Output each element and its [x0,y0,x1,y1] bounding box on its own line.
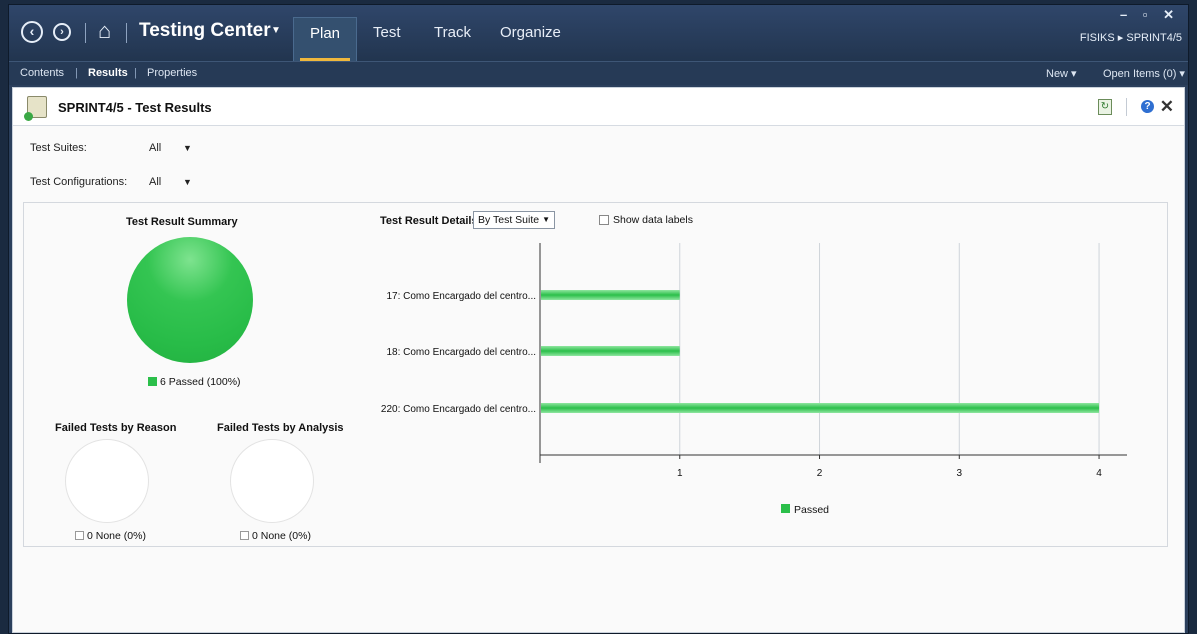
refresh-icon[interactable]: ↻ [1098,99,1112,115]
x-tick-label: 1 [677,468,683,479]
summary-title: Test Result Summary [126,216,238,228]
top-bar: ‹ › ⌂ Testing Center ▼ Plan Test Track O… [9,5,1188,61]
app-window: ‹ › ⌂ Testing Center ▼ Plan Test Track O… [8,4,1189,634]
divider [126,23,127,43]
help-icon[interactable]: ? [1141,100,1154,113]
divider: | [75,67,78,79]
test-result-details-chart: 1 2 3 4 17: Como Encargado del centro... 18: … [381,243,1127,516]
bar-passed [541,290,680,300]
app-title[interactable]: Testing Center [139,20,271,42]
group-by-value: By Test Suite [478,214,540,226]
legend-swatch-none [240,531,249,540]
chevron-down-icon[interactable]: ▼ [271,25,281,36]
back-icon[interactable]: ‹ [21,21,43,43]
failed-by-reason-legend-label: 0 None (0%) [87,530,146,542]
chevron-down-icon[interactable]: ▼ [183,143,192,153]
failed-by-analysis-pie [230,439,314,523]
x-tick-label: 2 [817,468,823,479]
results-page: SPRINT4/5 - Test Results ↻ ? ✕ Test Suit… [12,87,1185,633]
tab-organize[interactable]: Organize [500,24,561,41]
subnav-results[interactable]: Results [88,67,128,79]
details-title: Test Result Details [380,215,478,227]
legend-label-passed: Passed [794,504,829,516]
show-data-labels-checkbox[interactable] [599,215,609,225]
close-icon[interactable]: ✕ [1160,97,1174,117]
failed-by-analysis-legend-label: 0 None (0%) [252,530,311,542]
page-title: SPRINT4/5 - Test Results [58,100,212,115]
test-results-icon [24,96,47,121]
failed-by-analysis-title: Failed Tests by Analysis [217,422,344,434]
page-header: SPRINT4/5 - Test Results ↻ ? ✕ [13,88,1184,126]
summary-pie-slice-passed [127,237,253,363]
subnav-properties[interactable]: Properties [147,67,197,79]
tab-track[interactable]: Track [434,24,471,41]
test-suites-label: Test Suites: [30,142,87,154]
open-items-menu[interactable]: Open Items (0) ▾ [1103,67,1185,80]
results-panel: Test Result Summary 6 Passed (100%) Fail… [23,202,1168,547]
test-suites-value[interactable]: All [149,142,161,154]
summary-legend: 6 Passed (100%) [148,376,241,388]
sub-navigation: Contents | Results | Properties New ▾ Op… [9,61,1188,85]
summary-legend-label: 6 Passed (100%) [160,376,241,388]
forward-icon[interactable]: › [53,23,71,41]
window-controls[interactable]: – ▫ ✕ [1120,7,1180,23]
chevron-down-icon: ▼ [542,215,550,224]
failed-by-reason-pie [65,439,149,523]
legend-swatch-none [75,531,84,540]
subnav-contents[interactable]: Contents [20,67,64,79]
divider [1126,98,1127,116]
category-label: 17: Como Encargado del centro... [386,291,536,302]
home-icon[interactable]: ⌂ [98,19,111,43]
failed-by-reason-title: Failed Tests by Reason [55,422,177,434]
bar-passed [541,346,680,356]
failed-by-analysis-legend: 0 None (0%) [240,530,311,542]
x-tick-label: 3 [957,468,963,479]
test-configurations-label: Test Configurations: [30,176,128,188]
tab-plan[interactable]: Plan [293,17,358,61]
divider [85,23,86,43]
legend-swatch-passed [781,504,790,513]
failed-by-reason-legend: 0 None (0%) [75,530,146,542]
new-menu[interactable]: New ▾ [1046,67,1077,80]
test-configurations-value[interactable]: All [149,176,161,188]
divider: | [134,67,137,79]
group-by-dropdown[interactable]: By Test Suite ▼ [473,211,555,229]
x-tick-label: 4 [1096,468,1102,479]
project-path[interactable]: FISIKS ▸ SPRINT4/5 [1080,31,1182,44]
category-label: 18: Como Encargado del centro... [386,347,536,358]
legend-swatch-passed [148,377,157,386]
chevron-down-icon[interactable]: ▼ [183,177,192,187]
tab-test[interactable]: Test [373,24,401,41]
show-data-labels-label[interactable]: Show data labels [613,214,693,226]
bar-passed [541,403,1100,413]
category-label: 220: Como Encargado del centro... [381,404,536,415]
